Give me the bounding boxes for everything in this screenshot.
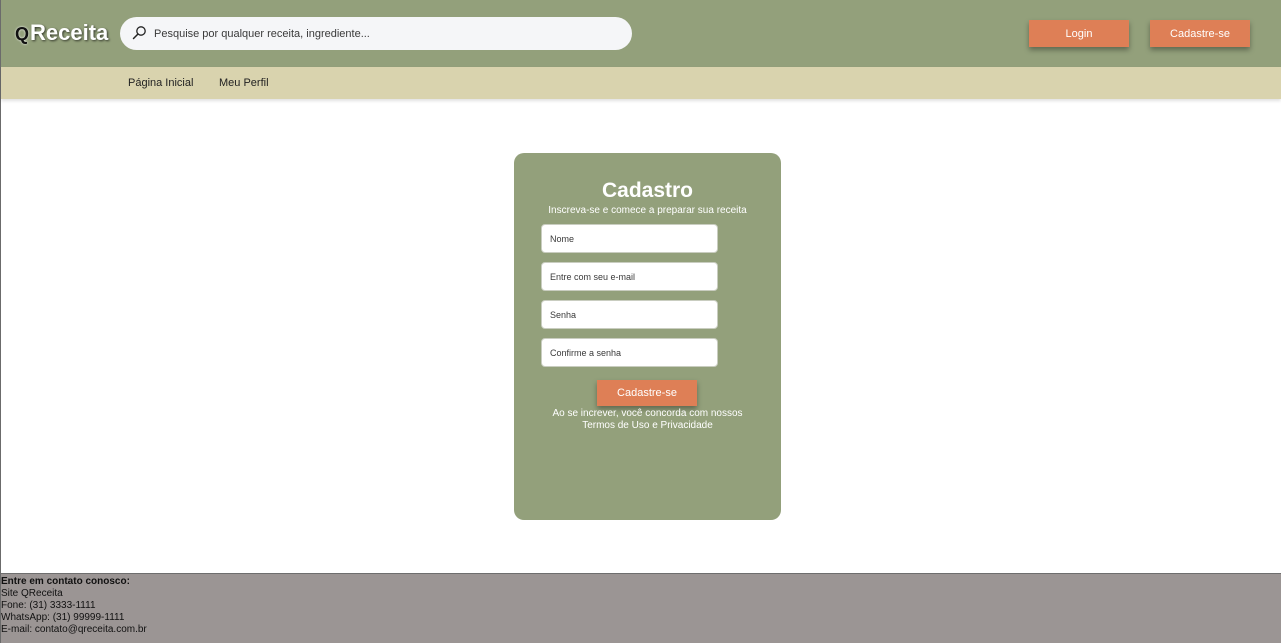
site-logo[interactable]: Q Receita	[15, 20, 108, 48]
password-field[interactable]	[541, 300, 718, 329]
top-header: Q Receita Login Cadastre-se	[1, 0, 1281, 67]
footer-whatsapp: WhatsApp: (31) 99999-1111	[1, 612, 125, 623]
signup-title: Cadastro	[601, 179, 694, 202]
terms-line-1: Ao se increver, você concorda com nossos	[552, 408, 743, 419]
footer-phone: Fone: (31) 3333-1111	[1, 600, 96, 611]
signup-card: Cadastro Inscreva-se e comece a preparar…	[514, 153, 781, 520]
email-field[interactable]	[541, 262, 718, 291]
footer-email: E-mail: contato@qreceita.com.br	[1, 624, 147, 635]
terms-text: Ao se increver, você concorda com nossos…	[514, 408, 781, 432]
nav-item-profile[interactable]: Meu Perfil	[219, 77, 269, 89]
logo-text: Receita	[30, 20, 109, 45]
nav-bar: Página Inicial Meu Perfil	[1, 67, 1281, 99]
signup-header-button[interactable]: Cadastre-se	[1150, 20, 1250, 47]
login-button[interactable]: Login	[1029, 20, 1129, 47]
footer-heading: Entre em contato conosco:	[1, 576, 130, 587]
search-bar	[120, 17, 632, 50]
search-input[interactable]	[154, 17, 614, 50]
nav-item-home[interactable]: Página Inicial	[128, 77, 193, 89]
logo-q: Q	[15, 24, 30, 44]
search-icon	[131, 25, 147, 41]
footer-site-name: Site QReceita	[1, 588, 63, 599]
name-field[interactable]	[541, 224, 718, 253]
signup-subtitle: Inscreva-se e comece a preparar sua rece…	[548, 205, 747, 216]
site-footer: Entre em contato conosco: Site QReceita …	[1, 573, 1281, 643]
signup-submit-button[interactable]: Cadastre-se	[597, 380, 697, 406]
terms-link[interactable]: Termos de Uso e Privacidade	[514, 420, 781, 432]
confirm-password-field[interactable]	[541, 338, 718, 367]
